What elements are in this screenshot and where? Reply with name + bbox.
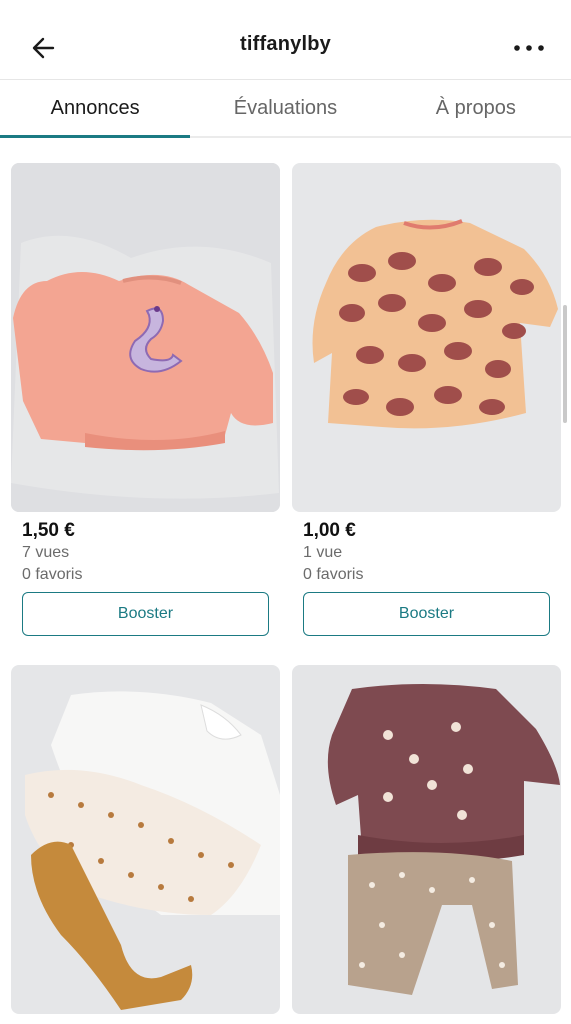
tab-evaluations[interactable]: Évaluations [190, 80, 380, 136]
boost-button[interactable]: Booster [303, 592, 550, 636]
listing-photo[interactable] [292, 665, 561, 1014]
listing-favorites: 0 favoris [22, 566, 83, 583]
listing-card[interactable] [292, 665, 561, 1014]
listing-views: 1 vue [303, 544, 343, 561]
more-options-button[interactable] [509, 28, 549, 68]
listing-photo[interactable] [11, 665, 280, 1014]
tab-a-propos[interactable]: À propos [381, 80, 571, 136]
profile-username: tiffanylby [240, 33, 331, 55]
listing-photo[interactable] [292, 163, 561, 512]
listing-card[interactable] [11, 665, 280, 1014]
more-horizontal-icon [514, 45, 544, 51]
listing-favorites: 0 favoris [303, 566, 364, 583]
listing-card[interactable]: 1,00 € 1 vue 0 favoris Booster [292, 163, 561, 636]
boost-button[interactable]: Booster [22, 592, 269, 636]
tab-annonces[interactable]: Annonces [0, 80, 191, 138]
listing-card[interactable]: 1,50 € 7 vues 0 favoris Booster [11, 163, 280, 636]
listing-price: 1,50 € [22, 520, 75, 541]
profile-tabs: Annonces Évaluations À propos [0, 80, 571, 138]
listing-photo[interactable] [11, 163, 280, 512]
top-bar: tiffanylby [0, 0, 571, 80]
scrollbar[interactable] [563, 305, 567, 423]
listing-price: 1,00 € [303, 520, 356, 541]
listing-views: 7 vues [22, 544, 70, 561]
